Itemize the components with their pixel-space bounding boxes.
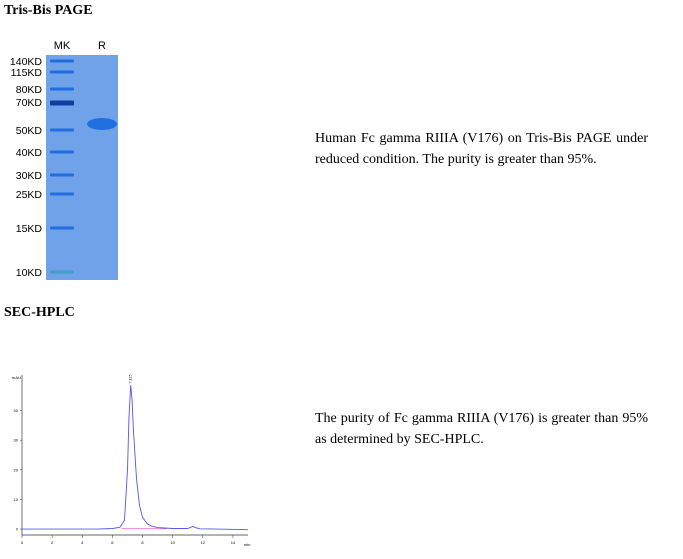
x-tick-label: 2	[51, 540, 54, 545]
x-tick-label: 12	[201, 540, 206, 545]
y-tick-label: 0	[16, 527, 19, 532]
marker-band	[50, 173, 74, 177]
marker-band	[50, 226, 74, 230]
marker-label: 30KD	[16, 170, 43, 182]
x-tick-label: 0	[21, 540, 24, 545]
peak-label: 7.215	[129, 375, 133, 384]
marker-label: 15KD	[16, 223, 43, 235]
marker-band	[50, 70, 74, 74]
hplc-heading: SEC-HPLC	[4, 305, 75, 320]
marker-band	[50, 270, 74, 274]
marker-band	[50, 192, 74, 196]
x-tick-label: 10	[170, 540, 175, 545]
x-tick-label: 4	[81, 540, 84, 545]
marker-label: 115KD	[11, 67, 43, 79]
marker-label: 25KD	[16, 189, 43, 201]
y-axis-label: mAU	[12, 375, 21, 380]
marker-label: 40KD	[16, 147, 43, 159]
marker-band	[50, 87, 74, 91]
marker-band	[50, 128, 74, 132]
sample-band	[87, 118, 117, 130]
lane-label: R	[98, 40, 106, 52]
lane-label: MK	[54, 40, 71, 52]
marker-band	[50, 100, 74, 106]
sds-page-gel: MK R140KD115KD80KD70KD50KD40KD30KD25KD15K…	[10, 40, 118, 280]
marker-band	[50, 150, 74, 154]
hplc-description: The purity of Fc gamma RIIIA (V176) is g…	[315, 411, 648, 447]
x-tick-label: 6	[111, 540, 114, 545]
marker-label: 70KD	[16, 97, 43, 109]
x-tick-label: 14	[231, 540, 236, 545]
marker-band	[50, 59, 74, 63]
page-heading: Tris-Bis PAGE	[4, 3, 93, 18]
x-axis-label: min	[244, 542, 250, 547]
marker-label: 10KD	[16, 267, 43, 279]
sec-hplc-chromatogram: mAU min 0 10 20 30 40 0 2 4 6 8 10 12 14 7.215	[12, 375, 250, 547]
y-tick-label: 30	[14, 438, 19, 443]
series-line	[22, 384, 249, 531]
marker-label: 50KD	[16, 125, 43, 137]
x-tick-label: 8	[141, 540, 144, 545]
page-description: Human Fc gamma RIIIA (V176) on Tris-Bis …	[315, 131, 648, 167]
marker-label: 80KD	[16, 84, 43, 96]
y-tick-label: 40	[14, 408, 19, 413]
y-tick-label: 20	[14, 467, 19, 472]
y-tick-label: 10	[14, 497, 19, 502]
